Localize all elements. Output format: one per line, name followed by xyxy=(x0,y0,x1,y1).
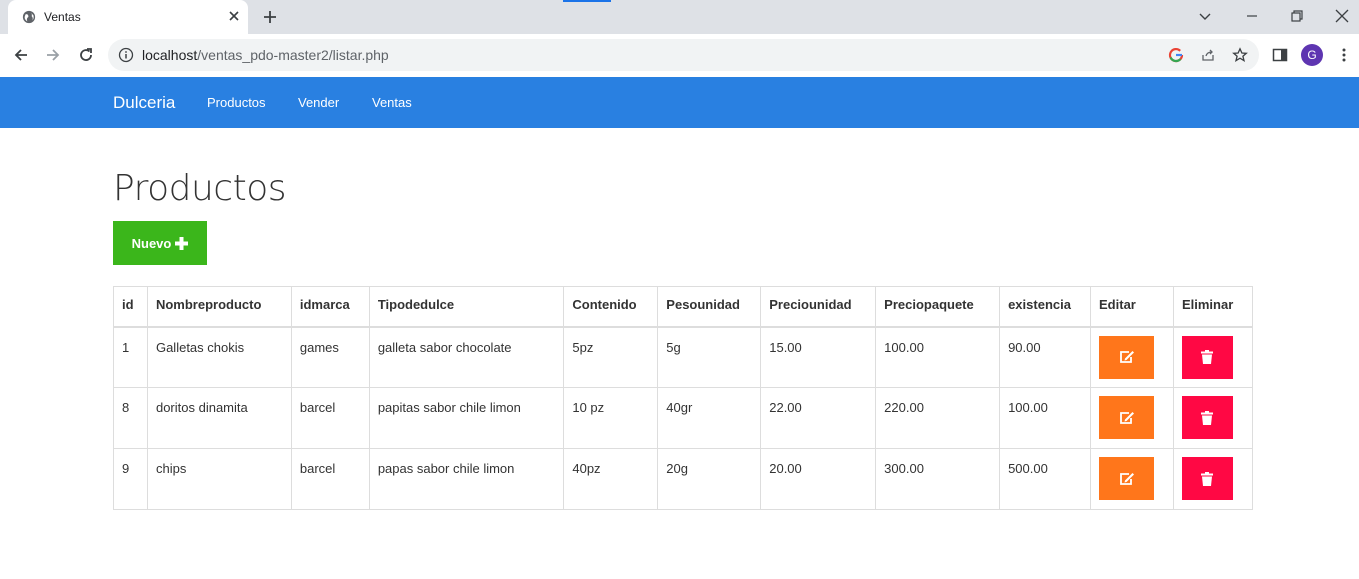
cell-existencia: 90.00 xyxy=(999,326,1092,388)
cell-preciopaquete: 220.00 xyxy=(875,387,1001,449)
table-row: 9 chips barcel papas sabor chile limon 4… xyxy=(113,448,1254,510)
cell-pesounidad: 40gr xyxy=(657,387,762,449)
minimize-icon[interactable] xyxy=(1244,8,1260,24)
cell-nombreproducto: chips xyxy=(146,448,292,510)
star-icon[interactable] xyxy=(1232,47,1248,63)
cell-preciopaquete: 100.00 xyxy=(875,326,1001,388)
header-editar: Editar xyxy=(1090,286,1174,328)
browser-tabstrip: Ventas xyxy=(0,0,1359,34)
cell-existencia: 500.00 xyxy=(999,448,1092,510)
back-arrow-icon[interactable] xyxy=(12,46,30,64)
delete-button[interactable] xyxy=(1181,457,1233,500)
url-text: localhost/ventas_pdo-master2/listar.php xyxy=(142,47,389,63)
cell-contenido: 40pz xyxy=(563,448,659,510)
edit-icon xyxy=(1119,351,1134,363)
header-preciounidad: Preciounidad xyxy=(760,286,877,328)
close-icon[interactable] xyxy=(226,8,242,24)
cell-preciounidad: 22.00 xyxy=(760,387,877,449)
nav-link-ventas[interactable]: Ventas xyxy=(372,95,412,110)
cell-eliminar xyxy=(1172,326,1254,388)
cell-idmarca: barcel xyxy=(290,387,370,449)
cell-id: 9 xyxy=(113,448,148,510)
globe-icon xyxy=(22,10,36,24)
cell-idmarca: barcel xyxy=(290,448,370,510)
profile-avatar[interactable]: G xyxy=(1301,44,1323,66)
new-tab-icon[interactable] xyxy=(262,9,278,25)
edit-button[interactable] xyxy=(1099,396,1155,439)
delete-button[interactable] xyxy=(1181,335,1233,379)
cell-contenido: 10 pz xyxy=(563,387,659,449)
new-button-label: Nuevo xyxy=(131,235,172,251)
browser-tab[interactable]: Ventas xyxy=(8,0,248,34)
share-icon[interactable] xyxy=(1200,47,1216,63)
cell-pesounidad: 20g xyxy=(657,448,762,510)
tab-title: Ventas xyxy=(44,10,81,24)
header-eliminar: Eliminar xyxy=(1172,286,1254,328)
header-id: id xyxy=(113,286,148,328)
edit-button[interactable] xyxy=(1099,335,1155,379)
cell-tipodedulce: papitas sabor chile limon xyxy=(368,387,565,449)
edit-icon xyxy=(1119,411,1134,424)
edit-icon xyxy=(1119,472,1134,485)
header-idmarca: idmarca xyxy=(290,286,370,328)
forward-arrow-icon[interactable] xyxy=(44,46,62,64)
restore-icon[interactable] xyxy=(1289,8,1305,24)
window-close-icon[interactable] xyxy=(1334,8,1350,24)
edit-button[interactable] xyxy=(1099,457,1155,500)
header-pesounidad: Pesounidad xyxy=(657,286,762,328)
cell-id: 8 xyxy=(113,387,148,449)
chevron-down-icon[interactable] xyxy=(1197,8,1213,24)
browser-toolbar: localhost/ventas_pdo-master2/listar.php … xyxy=(0,34,1359,76)
cell-preciounidad: 20.00 xyxy=(760,448,877,510)
cell-nombreproducto: Galletas chokis xyxy=(146,326,292,388)
cell-pesounidad: 5g xyxy=(657,326,762,388)
site-navbar: Dulceria Productos Vender Ventas xyxy=(0,77,1359,128)
cell-contenido: 5pz xyxy=(563,326,659,388)
cell-preciounidad: 15.00 xyxy=(760,326,877,388)
menu-kebab-icon[interactable] xyxy=(1335,46,1353,64)
header-tipodedulce: Tipodedulce xyxy=(368,286,565,328)
delete-button[interactable] xyxy=(1181,396,1233,439)
new-product-button[interactable]: Nuevo xyxy=(113,221,207,265)
cell-tipodedulce: papas sabor chile limon xyxy=(368,448,565,510)
cell-editar xyxy=(1090,326,1174,388)
nav-link-productos[interactable]: Productos xyxy=(207,95,266,110)
tab-accent xyxy=(563,0,611,2)
cell-editar xyxy=(1090,448,1174,510)
table-row: 8 doritos dinamita barcel papitas sabor … xyxy=(113,387,1254,449)
cell-eliminar xyxy=(1172,448,1254,510)
products-table: id Nombreproducto idmarca Tipodedulce Co… xyxy=(113,286,1254,510)
cell-preciopaquete: 300.00 xyxy=(875,448,1001,510)
address-bar[interactable]: localhost/ventas_pdo-master2/listar.php xyxy=(108,39,1259,71)
url-path: /ventas_pdo-master2/listar.php xyxy=(197,47,389,63)
nav-link-vender[interactable]: Vender xyxy=(298,95,339,110)
trash-icon xyxy=(1201,471,1214,486)
table-header-row: id Nombreproducto idmarca Tipodedulce Co… xyxy=(113,286,1254,328)
google-icon[interactable] xyxy=(1168,47,1184,63)
header-contenido: Contenido xyxy=(563,286,659,328)
trash-icon xyxy=(1201,350,1214,364)
url-host: localhost xyxy=(142,47,198,63)
page-title: Productos xyxy=(113,168,286,209)
cell-tipodedulce: galleta sabor chocolate xyxy=(368,326,565,388)
cell-editar xyxy=(1090,387,1174,449)
brand-link[interactable]: Dulceria xyxy=(113,93,175,113)
cell-nombreproducto: doritos dinamita xyxy=(146,387,292,449)
cell-eliminar xyxy=(1172,387,1254,449)
cell-id: 1 xyxy=(113,326,148,388)
table-row: 1 Galletas chokis games galleta sabor ch… xyxy=(113,326,1254,388)
header-nombreproducto: Nombreproducto xyxy=(146,286,292,328)
plus-icon xyxy=(175,236,189,250)
cell-existencia: 100.00 xyxy=(999,387,1092,449)
header-existencia: existencia xyxy=(999,286,1092,328)
cell-idmarca: games xyxy=(290,326,370,388)
trash-icon xyxy=(1201,410,1214,425)
header-preciopaquete: Preciopaquete xyxy=(875,286,1001,328)
side-panel-icon[interactable] xyxy=(1271,46,1289,64)
reload-icon[interactable] xyxy=(77,46,95,64)
info-icon[interactable] xyxy=(118,47,134,63)
